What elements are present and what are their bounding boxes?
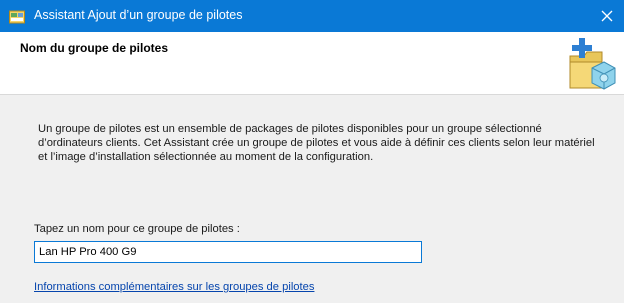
group-name-label: Tapez un nom pour ce groupe de pilotes :: [34, 223, 240, 235]
window-title: Assistant Ajout d’un groupe de pilotes: [34, 8, 243, 22]
description-text: Un groupe de pilotes est un ensemble de …: [38, 123, 595, 163]
app-icon: [9, 10, 25, 24]
close-icon: [601, 10, 613, 22]
wizard-window: Assistant Ajout d’un groupe de pilotes N…: [0, 0, 624, 303]
wizard-header: Nom du groupe de pilotes: [0, 32, 624, 95]
page-title: Nom du groupe de pilotes: [20, 41, 169, 55]
title-bar[interactable]: Assistant Ajout d’un groupe de pilotes: [0, 0, 624, 32]
more-info-link[interactable]: Informations complémentaires sur les gro…: [34, 281, 314, 293]
wizard-content: Un groupe de pilotes est un ensemble de …: [0, 95, 624, 303]
group-name-input[interactable]: [34, 241, 422, 263]
driver-group-folder-icon: [569, 38, 616, 90]
close-button[interactable]: [590, 0, 624, 32]
